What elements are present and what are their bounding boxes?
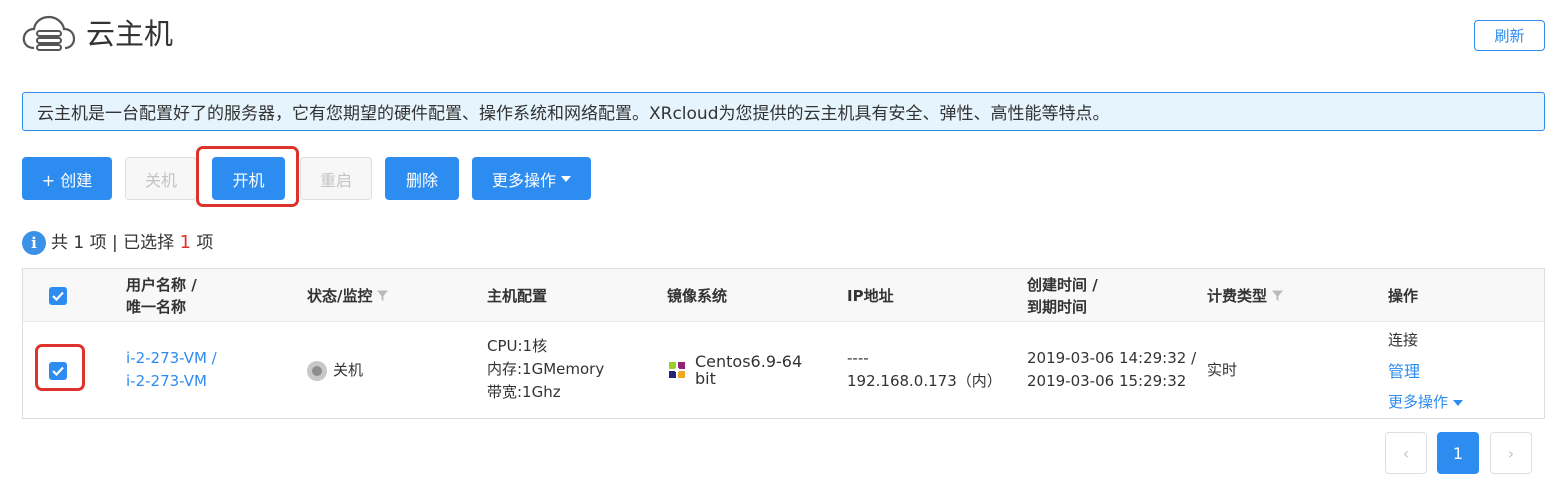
info-icon: i: [22, 231, 46, 255]
image-name-line2: bit: [695, 369, 716, 388]
header-time: 创建时间 / 到期时间: [1027, 269, 1098, 322]
image-name: Centos6.9-64 bit: [695, 353, 802, 387]
header-image: 镜像系统: [667, 286, 728, 305]
config-cell: CPU:1核 内存:1GMemory 带宽:1Ghz: [487, 335, 604, 404]
header-name-line1: 用户名称 /: [126, 275, 197, 294]
manage-link[interactable]: 管理: [1388, 356, 1463, 387]
header-ip: IP地址: [847, 286, 894, 305]
start-button[interactable]: 开机: [212, 157, 285, 200]
row-more-actions-label: 更多操作: [1388, 393, 1449, 411]
status-label: 关机: [333, 361, 364, 379]
status-stopped-icon: [307, 360, 327, 381]
ip-private: 192.168.0.173（内）: [847, 372, 1002, 390]
filter-icon[interactable]: [376, 289, 389, 302]
selected-count: 1: [179, 232, 192, 253]
header-time-line1: 创建时间 /: [1027, 275, 1098, 294]
image-name-line1: Centos6.9-64: [695, 352, 803, 371]
row-checkbox[interactable]: [49, 362, 67, 380]
stop-button[interactable]: 关机: [125, 157, 197, 200]
caret-down-icon: [1453, 399, 1464, 406]
status-cell: 关机: [307, 359, 363, 382]
header-name-line2: 唯一名称: [126, 297, 187, 316]
time-cell: 2019-03-06 14:29:32 / 2019-03-06 15:29:3…: [1027, 347, 1196, 393]
selection-summary: 共 1 项 | 已选择 1 项: [51, 231, 213, 255]
caret-down-icon: [561, 175, 571, 182]
refresh-button[interactable]: 刷新: [1474, 20, 1545, 51]
filter-icon[interactable]: [1271, 289, 1284, 302]
next-page-button[interactable]: ›: [1490, 432, 1532, 474]
page-title: 云主机: [86, 17, 174, 51]
more-actions-button[interactable]: 更多操作: [472, 157, 591, 200]
info-banner-text: 云主机是一台配置好了的服务器，它有您期望的硬件配置、操作系统和网络配置。XRcl…: [37, 104, 1110, 124]
centos-logo-icon: [669, 362, 685, 378]
image-cell: Centos6.9-64 bit: [667, 353, 802, 387]
config-cpu: CPU:1核: [487, 337, 548, 355]
summary-suffix: 项: [191, 233, 214, 253]
create-button[interactable]: + 创建: [22, 157, 112, 200]
header-time-line2: 到期时间: [1027, 297, 1088, 316]
table-header: 用户名称 / 唯一名称 状态/监控 主机配置 镜像系统 IP地址 创建时间 / …: [23, 269, 1544, 322]
ip-cell: ---- 192.168.0.173（内）: [847, 347, 1002, 393]
actions-cell: 连接 管理 更多操作: [1388, 325, 1464, 418]
prev-page-button[interactable]: ‹: [1385, 432, 1427, 474]
header-status-label: 状态/监控: [307, 286, 373, 305]
row-more-actions-link[interactable]: 更多操作: [1388, 387, 1464, 418]
vm-table: 用户名称 / 唯一名称 状态/监控 主机配置 镜像系统 IP地址 创建时间 / …: [22, 268, 1545, 419]
connect-action[interactable]: 连接: [1388, 325, 1463, 356]
more-actions-label: 更多操作: [491, 170, 556, 190]
header-billing-label: 计费类型: [1207, 286, 1268, 305]
header-status[interactable]: 状态/监控: [307, 269, 389, 322]
created-time: 2019-03-06 14:29:32 /: [1027, 349, 1197, 367]
summary-prefix: 共 1 项 | 已选择: [51, 233, 180, 253]
select-all-checkbox[interactable]: [49, 286, 67, 305]
header-name: 用户名称 / 唯一名称: [126, 269, 197, 322]
check-icon: [52, 366, 64, 376]
header-billing[interactable]: 计费类型: [1207, 269, 1284, 322]
check-icon: [52, 291, 64, 301]
restart-button[interactable]: 重启: [300, 157, 372, 200]
vm-user-name-link[interactable]: i-2-273-VM /: [126, 347, 217, 370]
vm-name-cell: i-2-273-VM / i-2-273-VM: [126, 347, 217, 393]
delete-button[interactable]: 删除: [385, 157, 459, 200]
row-select-cell[interactable]: [49, 362, 67, 380]
header-actions: 操作: [1388, 286, 1419, 305]
config-memory: 内存:1GMemory: [487, 360, 605, 378]
vm-unique-name-link[interactable]: i-2-273-VM: [126, 370, 217, 393]
info-banner: 云主机是一台配置好了的服务器，它有您期望的硬件配置、操作系统和网络配置。XRcl…: [22, 92, 1545, 131]
config-bandwidth: 带宽:1Ghz: [487, 383, 561, 401]
header-config: 主机配置: [487, 286, 548, 305]
cloud-server-icon: [22, 15, 76, 51]
billing-type: 实时: [1207, 361, 1238, 379]
page-number-button[interactable]: 1: [1437, 432, 1479, 474]
expire-time: 2019-03-06 15:29:32: [1027, 372, 1187, 390]
header-select-all[interactable]: [49, 269, 67, 322]
ip-public: ----: [847, 349, 869, 367]
